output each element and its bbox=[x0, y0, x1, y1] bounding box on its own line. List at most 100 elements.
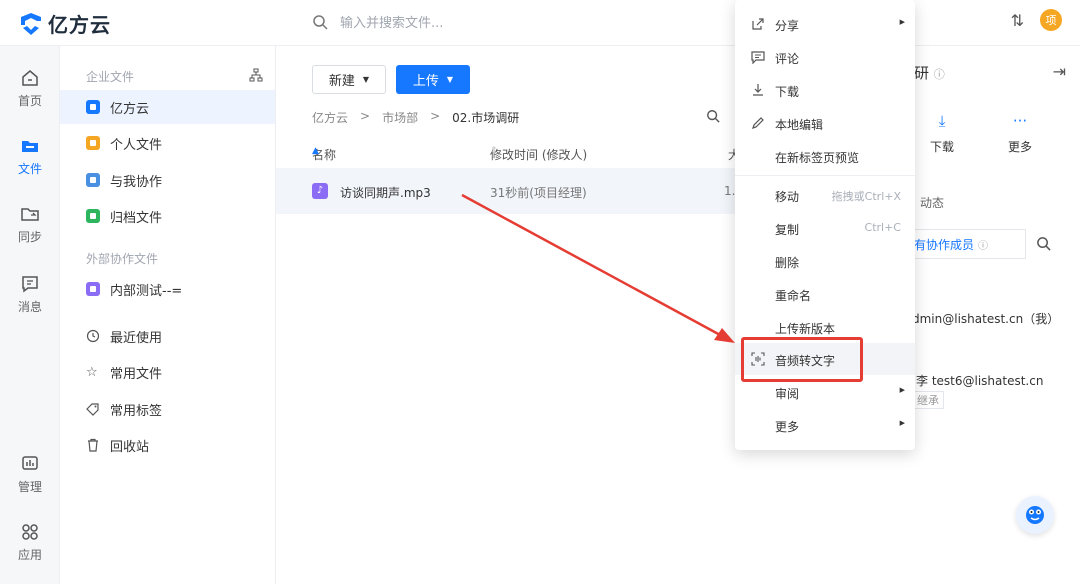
app-logo[interactable]: 亿方云 bbox=[18, 9, 111, 38]
sort-icon: ⇕ bbox=[490, 146, 498, 156]
inherit-badge: 继承 bbox=[912, 391, 944, 409]
submenu-arrow-icon: ▶ bbox=[899, 419, 905, 427]
info-icon[interactable]: ⓘ bbox=[934, 68, 945, 81]
assistant-bot-icon[interactable] bbox=[1016, 496, 1054, 534]
org-folder-icon bbox=[86, 100, 100, 114]
menu-item-share[interactable]: 分享 ▶ bbox=[735, 8, 915, 40]
robot-icon bbox=[1026, 506, 1044, 524]
download-icon: ⤓ bbox=[938, 112, 946, 130]
menu-item-more[interactable]: 更多 ▶ bbox=[735, 409, 915, 441]
nav-section-external: 外部协作文件 bbox=[86, 252, 159, 266]
menu-item-move[interactable]: 移动 拖拽或Ctrl+X bbox=[735, 179, 915, 211]
caret-down-icon: ▼ bbox=[446, 75, 454, 84]
nav-item-label: 常用文件 bbox=[110, 366, 163, 382]
tag-icon bbox=[86, 403, 99, 416]
menu-item-copy[interactable]: 复制 Ctrl+C bbox=[735, 212, 915, 244]
logo-icon bbox=[21, 12, 41, 35]
new-button[interactable]: 新建 ▼ bbox=[312, 65, 386, 94]
nav-item-recent[interactable]: 最近使用 bbox=[60, 319, 275, 353]
menu-item-preview-new-tab[interactable]: 在新标签页预览 bbox=[735, 140, 915, 172]
apps-icon bbox=[22, 524, 38, 540]
nav-item-internal-test[interactable]: 内部测试--= bbox=[60, 272, 275, 306]
context-menu: 分享 ▶ 评论 下载 本地编辑 在新标签页预览 移动 拖拽或Ctrl+X 复制 … bbox=[735, 0, 915, 450]
global-search[interactable]: 输入并搜索文件... bbox=[312, 12, 443, 31]
personal-folder-icon bbox=[86, 136, 100, 150]
search-input[interactable]: 输入并搜索文件... bbox=[340, 12, 443, 31]
menu-item-download[interactable]: 下载 bbox=[735, 74, 915, 106]
transfer-icon[interactable]: ⇅ bbox=[1011, 11, 1024, 30]
rail-sync[interactable]: 同步 bbox=[0, 204, 60, 245]
nav-item-collab[interactable]: 与我协作 bbox=[60, 163, 275, 197]
manage-icon bbox=[22, 456, 38, 470]
search-icon[interactable] bbox=[1036, 236, 1051, 251]
rail-files[interactable]: 文件 bbox=[0, 136, 60, 177]
collapse-panel-icon[interactable]: ⇥ bbox=[1053, 62, 1066, 81]
comment-icon bbox=[751, 51, 765, 64]
detail-more[interactable]: ··· 更多 bbox=[1008, 112, 1032, 155]
breadcrumb-separator: > bbox=[430, 109, 441, 123]
info-icon: ⓘ bbox=[978, 240, 989, 252]
nav-item-label: 回收站 bbox=[110, 439, 150, 455]
org-chart-icon[interactable] bbox=[249, 68, 263, 82]
nav-item-favorites[interactable]: ☆ 常用文件 bbox=[60, 355, 275, 389]
nav-item-label: 常用标签 bbox=[110, 403, 163, 419]
collab-members[interactable]: 有协作成员 ⓘ bbox=[906, 229, 1026, 259]
menu-item-delete[interactable]: 删除 bbox=[735, 245, 915, 277]
rail-manage[interactable]: 管理 bbox=[0, 454, 60, 495]
app-name: 亿方云 bbox=[48, 13, 111, 37]
nav-item-trash[interactable]: 回收站 bbox=[60, 428, 275, 462]
download-icon bbox=[753, 84, 763, 96]
trash-icon bbox=[88, 438, 98, 452]
breadcrumb-separator: > bbox=[360, 109, 371, 123]
nav-item-tags[interactable]: 常用标签 bbox=[60, 392, 275, 426]
detail-more-label: 更多 bbox=[1008, 140, 1033, 154]
nav-item-label: 最近使用 bbox=[110, 330, 163, 346]
member-item: dmin@lishatest.cn（我） bbox=[912, 312, 1060, 326]
table-row[interactable]: ♪ 访谈同期声.mp3 31秒前(项目经理) 1.6 bbox=[276, 168, 743, 214]
rail-apps-label: 应用 bbox=[17, 548, 42, 562]
menu-item-comment[interactable]: 评论 bbox=[735, 41, 915, 73]
rail-home[interactable]: 首页 bbox=[0, 68, 60, 109]
home-icon bbox=[22, 70, 38, 86]
file-name[interactable]: 访谈同期声.mp3 bbox=[340, 184, 431, 201]
detail-panel: 研 ⓘ ⇥ ⤓ 下载 ··· 更多 动态 有协作成员 ⓘ dmin@lishat… bbox=[906, 46, 1080, 584]
detail-download[interactable]: ⤓ 下载 bbox=[930, 112, 954, 155]
avatar[interactable]: 项 bbox=[1040, 9, 1062, 31]
highlight-box bbox=[741, 337, 863, 382]
rail-apps[interactable]: 应用 bbox=[0, 522, 60, 563]
nav-item-yifangyun[interactable]: 亿方云 bbox=[60, 90, 275, 124]
nav-item-label: 归档文件 bbox=[110, 210, 163, 226]
share-icon bbox=[752, 18, 764, 30]
rail-files-label: 文件 bbox=[17, 162, 42, 176]
shortcut-hint: 拖拽或Ctrl+X bbox=[831, 190, 901, 203]
breadcrumb: 亿方云 > 市场部 > 02.市场调研 bbox=[312, 109, 519, 126]
file-nav: 企业文件 亿方云 个人文件 与我协作 归档文件 外部协作文件 内部测试--= 最… bbox=[60, 46, 276, 584]
rail-messages-label: 消息 bbox=[17, 300, 42, 314]
collab-members-label: 有协作成员 bbox=[914, 237, 975, 252]
breadcrumb-item[interactable]: 市场部 bbox=[382, 109, 418, 126]
new-button-label: 新建 bbox=[328, 74, 355, 89]
shortcut-hint: Ctrl+C bbox=[864, 221, 901, 234]
search-icon[interactable] bbox=[706, 109, 720, 123]
menu-item-local-edit[interactable]: 本地编辑 bbox=[735, 107, 915, 139]
more-icon: ··· bbox=[1012, 112, 1028, 130]
upload-button[interactable]: 上传 ▼ bbox=[396, 65, 470, 94]
rail-sync-label: 同步 bbox=[17, 230, 42, 244]
nav-item-label: 亿方云 bbox=[110, 101, 150, 117]
breadcrumb-item[interactable]: 亿方云 bbox=[312, 109, 348, 126]
audio-file-icon: ♪ bbox=[312, 183, 328, 199]
nav-item-archive[interactable]: 归档文件 bbox=[60, 199, 275, 233]
file-modified: 31秒前(项目经理) bbox=[490, 186, 587, 200]
app-rail: 首页 文件 同步 消息 管理 应用 bbox=[0, 46, 60, 584]
member-item: 李 test6@lishatest.cn bbox=[916, 374, 1044, 388]
tab-activity[interactable]: 动态 bbox=[920, 194, 944, 211]
menu-item-rename[interactable]: 重命名 bbox=[735, 278, 915, 310]
rail-messages[interactable]: 消息 bbox=[0, 274, 60, 315]
submenu-arrow-icon: ▶ bbox=[899, 386, 905, 394]
nav-item-label: 个人文件 bbox=[110, 137, 163, 153]
submenu-arrow-icon: ▶ bbox=[899, 18, 905, 26]
nav-item-personal[interactable]: 个人文件 bbox=[60, 126, 275, 160]
upload-button-label: 上传 bbox=[412, 74, 439, 89]
caret-down-icon: ▼ bbox=[362, 75, 370, 84]
star-icon: ☆ bbox=[86, 364, 98, 380]
